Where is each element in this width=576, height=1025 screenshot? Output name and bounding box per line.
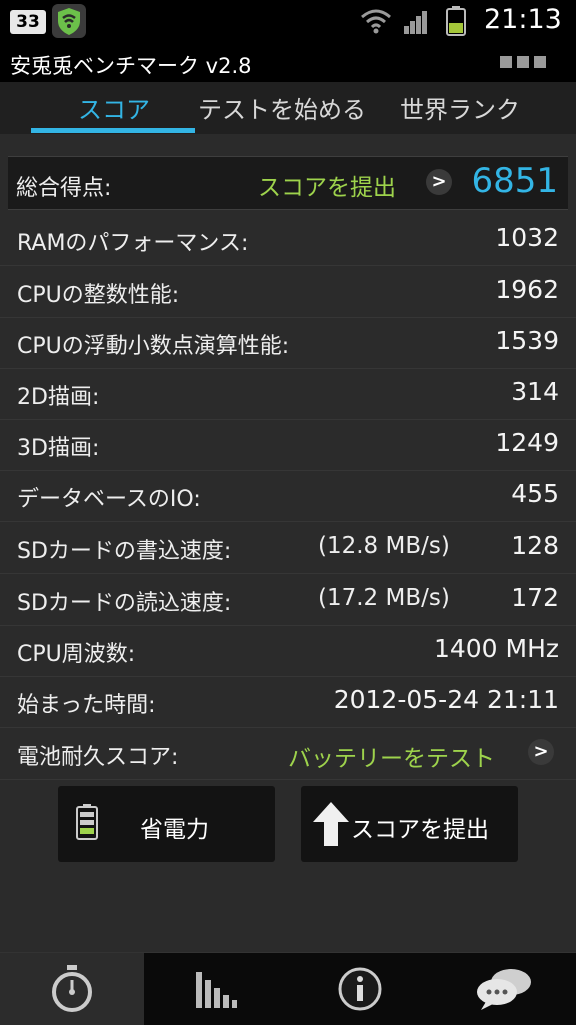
score-row-3d: 3D描画: 1249 bbox=[0, 419, 576, 471]
shield-notification-icon[interactable] bbox=[52, 4, 86, 38]
score-row-ram: RAMのパフォーマンス: 1032 bbox=[0, 214, 576, 266]
total-score-label: 総合得点: bbox=[16, 176, 112, 201]
score-row-cpu-float: CPUの浮動小数点演算性能: 1539 bbox=[0, 317, 576, 369]
stopwatch-icon bbox=[52, 965, 92, 1012]
power-saving-label: 省電力 bbox=[140, 817, 209, 843]
row-label: 3D描画: bbox=[17, 436, 100, 461]
battery-icon bbox=[76, 804, 98, 844]
row-label: RAMのパフォーマンス: bbox=[17, 231, 249, 256]
row-label: 2D描画: bbox=[17, 385, 100, 410]
nav-info[interactable] bbox=[288, 953, 432, 1025]
nav-benchmark[interactable] bbox=[0, 953, 144, 1025]
tab-score[interactable]: スコア bbox=[78, 90, 150, 125]
row-label: SDカードの読込速度: bbox=[17, 591, 232, 616]
row-label: CPUの浮動小数点演算性能: bbox=[17, 334, 290, 359]
score-row-cpu-frequency: CPU周波数: 1400 MHz bbox=[0, 625, 576, 677]
submit-score-label: スコアを提出 bbox=[351, 817, 489, 843]
row-value: 1249 bbox=[495, 428, 559, 457]
status-bar: 33 21:13 bbox=[0, 0, 576, 44]
score-row-cpu-int: CPUの整数性能: 1962 bbox=[0, 266, 576, 318]
score-row-database-io: データベースのIO: 455 bbox=[0, 470, 576, 522]
row-value: 314 bbox=[511, 377, 559, 406]
tab-start-test[interactable]: テストを始める bbox=[198, 90, 366, 125]
overflow-menu-icon[interactable] bbox=[500, 56, 546, 68]
app-title: 安兎兎ベンチマーク v2.8 bbox=[10, 54, 252, 78]
score-row-start-time: 始まった時間: 2012-05-24 21:11 bbox=[0, 676, 576, 728]
row-label: 始まった時間: bbox=[17, 693, 156, 718]
row-value: 1539 bbox=[495, 326, 559, 355]
test-battery-link[interactable]: バッテリーをテスト bbox=[288, 739, 495, 773]
bar-chart-icon bbox=[196, 972, 237, 1008]
nav-statistics[interactable] bbox=[144, 953, 288, 1025]
row-label: CPU周波数: bbox=[17, 642, 136, 667]
score-row-2d: 2D描画: 314 bbox=[0, 368, 576, 420]
chevron-right-icon[interactable]: > bbox=[426, 169, 452, 195]
tab-bar: スコア テストを始める 世界ランク bbox=[0, 82, 576, 134]
row-speed: (12.8 MB/s) bbox=[318, 533, 450, 559]
notification-count-badge[interactable]: 33 bbox=[10, 10, 46, 34]
row-value: 1400 MHz bbox=[433, 634, 559, 663]
title-bar: 安兎兎ベンチマーク v2.8 bbox=[0, 44, 576, 82]
row-value: 1962 bbox=[495, 275, 559, 304]
submit-score-link[interactable]: スコアを提出 bbox=[258, 168, 396, 202]
total-score-row: 総合得点: スコアを提出 > 6851 bbox=[8, 156, 568, 210]
row-label: データベースのIO: bbox=[17, 487, 201, 512]
score-panel: 総合得点: スコアを提出 > 6851 RAMのパフォーマンス: 1032 CP… bbox=[0, 134, 576, 952]
chat-bubbles-icon bbox=[477, 969, 531, 1010]
total-score-value: 6851 bbox=[471, 161, 558, 201]
bottom-navigation bbox=[0, 952, 576, 1025]
status-clock: 21:13 bbox=[484, 4, 562, 35]
row-value: 1032 bbox=[495, 223, 559, 252]
info-icon bbox=[338, 967, 382, 1011]
row-value: 455 bbox=[511, 479, 559, 508]
row-label: SDカードの書込速度: bbox=[17, 539, 232, 564]
power-saving-button[interactable]: 省電力 bbox=[58, 786, 275, 862]
battery-score-row: 電池耐久スコア: バッテリーをテスト > bbox=[0, 728, 576, 780]
upload-arrow-icon bbox=[311, 800, 351, 852]
row-value: 2012-05-24 21:11 bbox=[333, 685, 559, 714]
wifi-icon bbox=[360, 8, 392, 38]
signal-strength-icon bbox=[403, 10, 429, 38]
row-value: 128 bbox=[511, 531, 559, 560]
nav-comments[interactable] bbox=[432, 953, 576, 1025]
chevron-right-icon[interactable]: > bbox=[528, 739, 554, 765]
battery-icon bbox=[446, 6, 466, 40]
row-label: CPUの整数性能: bbox=[17, 283, 180, 308]
tab-world-rank[interactable]: 世界ランク bbox=[400, 90, 520, 125]
submit-score-button[interactable]: スコアを提出 bbox=[301, 786, 518, 862]
row-speed: (17.2 MB/s) bbox=[318, 585, 450, 611]
score-row-sd-read: SDカードの読込速度: (17.2 MB/s) 172 bbox=[0, 574, 576, 626]
battery-score-label: 電池耐久スコア: bbox=[17, 745, 179, 770]
active-tab-indicator bbox=[31, 128, 195, 133]
score-row-sd-write: SDカードの書込速度: (12.8 MB/s) 128 bbox=[0, 522, 576, 574]
row-value: 172 bbox=[511, 583, 559, 612]
